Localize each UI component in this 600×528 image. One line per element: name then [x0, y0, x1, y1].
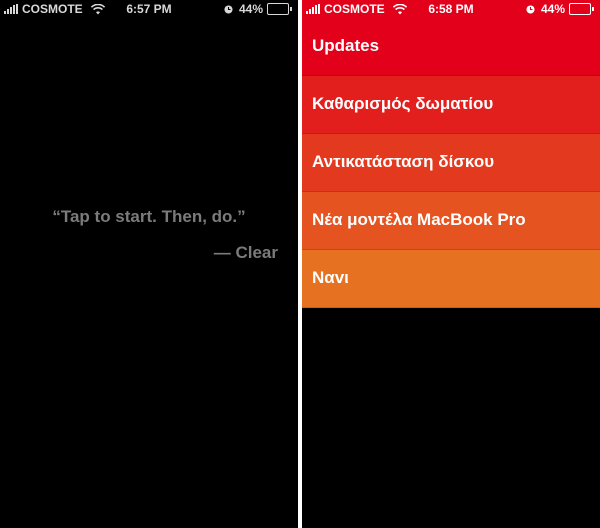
- right-screen[interactable]: COSMOTE 6:58 PM 44% Updates Καθαρισμός δ…: [302, 0, 600, 528]
- list-item[interactable]: Αντικατάσταση δίσκου: [302, 134, 600, 192]
- clock-icon: [224, 4, 233, 14]
- list-item[interactable]: Καθαρισμός δωματίου: [302, 76, 600, 134]
- left-screen[interactable]: COSMOTE 6:57 PM 44% “Tap to start. Then,…: [0, 0, 298, 528]
- status-right: 44%: [526, 2, 594, 16]
- clock-icon: [526, 4, 535, 14]
- battery-percent: 44%: [238, 2, 263, 16]
- battery-icon: [267, 3, 292, 15]
- list-item[interactable]: Updates: [302, 18, 600, 76]
- status-bar: COSMOTE 6:57 PM 44%: [0, 0, 298, 18]
- list-item[interactable]: Ναvι: [302, 250, 600, 308]
- battery-percent: 44%: [540, 2, 565, 16]
- list-item[interactable]: Νέα μοντέλα MacBook Pro: [302, 192, 600, 250]
- battery-icon: [569, 3, 594, 15]
- status-right: 44%: [224, 2, 292, 16]
- tagline-quote: “Tap to start. Then, do.”: [52, 207, 246, 226]
- todo-list: Updates Καθαρισμός δωματίου Αντικατάστασ…: [302, 18, 600, 308]
- status-bar: COSMOTE 6:58 PM 44%: [302, 0, 600, 18]
- tagline-attribution: — Clear: [213, 243, 278, 262]
